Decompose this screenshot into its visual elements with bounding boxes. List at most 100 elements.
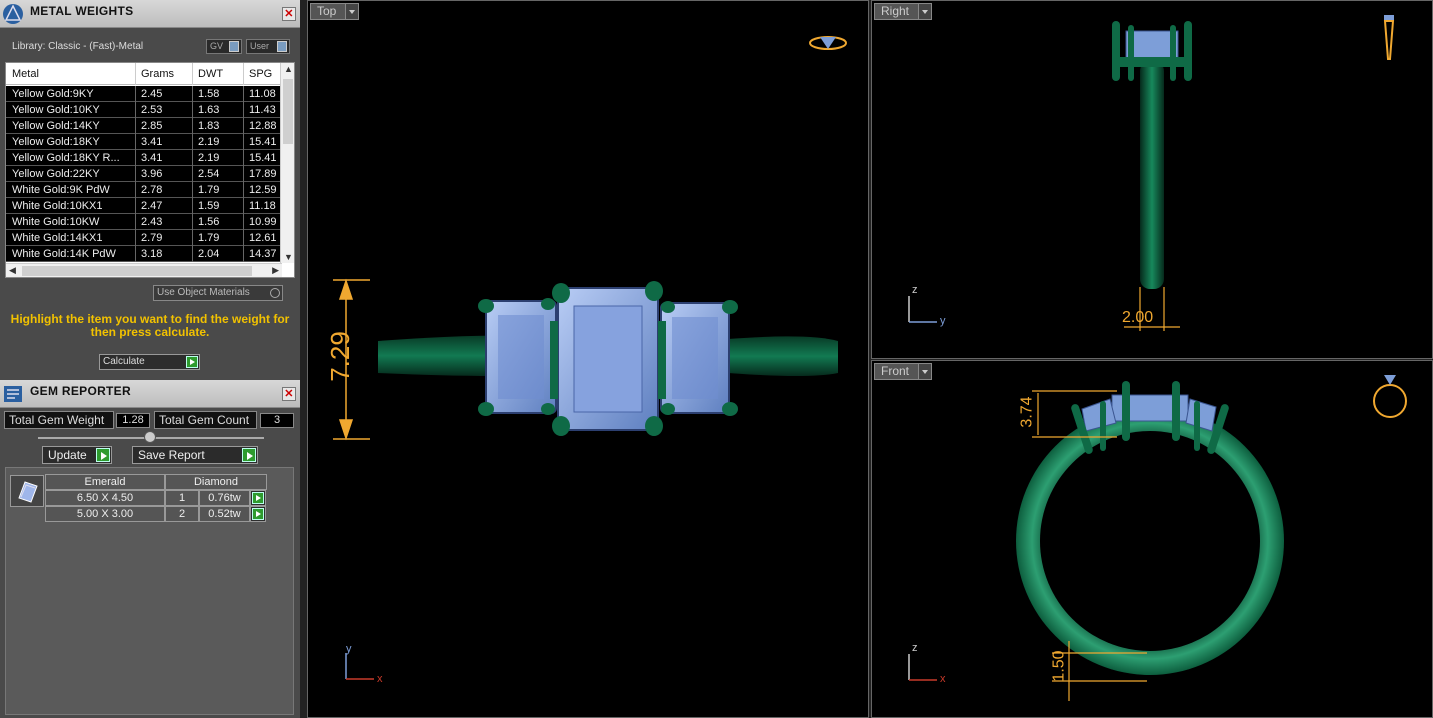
column-header[interactable]: SPG [249,68,272,80]
table-row[interactable]: Yellow Gold:14KY 2.85 1.83 12.88 [6,118,282,134]
table-cell: 15.41 [249,136,277,148]
metal-weights-title: METAL WEIGHTS [30,4,134,18]
radio-icon[interactable] [270,288,280,298]
gem-count: 1 [165,490,199,506]
column-divider [192,214,193,230]
horizontal-scrollbar[interactable]: ◀ ▶ [6,263,282,277]
gem-slider[interactable] [38,431,264,443]
column-divider [135,102,136,118]
column-divider [192,198,193,214]
table-cell: 1.79 [198,232,220,244]
gem-header-emerald: Emerald [45,474,165,490]
dimension-top-width: 7.29 [324,331,355,382]
table-cell: White Gold:10KW [12,216,100,228]
table-cell: 2.19 [198,152,220,164]
column-divider [243,198,244,214]
viewport-right[interactable]: Right 2.00 z y [871,0,1433,359]
play-icon[interactable] [186,356,198,368]
slider-knob[interactable] [144,431,156,443]
table-cell: 1.83 [198,120,220,132]
play-icon[interactable] [242,448,256,462]
table-cell: Yellow Gold:18KY [12,136,100,148]
table-row[interactable]: White Gold:10KX1 2.47 1.59 11.18 [6,198,282,214]
table-row[interactable]: Yellow Gold:9KY 2.45 1.58 11.08 [6,86,282,102]
scroll-thumb[interactable] [22,266,252,276]
vertical-scrollbar[interactable]: ▲ ▼ [280,63,294,263]
column-divider [135,182,136,198]
column-divider [243,150,244,166]
table-cell: White Gold:14KX1 [12,232,103,244]
gem-select-button[interactable] [250,506,266,522]
table-row[interactable]: Yellow Gold:10KY 2.53 1.63 11.43 [6,102,282,118]
table-cell: 2.19 [198,136,220,148]
table-cell: 1.58 [198,88,220,100]
table-row[interactable]: White Gold:9K PdW 2.78 1.79 12.59 [6,182,282,198]
gv-checkbox[interactable] [229,41,239,52]
column-divider [243,246,244,262]
play-icon[interactable] [252,492,264,504]
gem-count: 2 [165,506,199,522]
total-gem-count-value: 3 [260,413,294,428]
table-cell: 2.85 [141,120,163,132]
gv-toggle-label: GV [210,41,224,51]
table-cell: 17.89 [249,168,277,180]
gv-toggle[interactable]: GV [206,39,242,54]
column-header[interactable]: DWT [198,68,223,80]
column-divider [243,86,244,102]
use-object-materials-option[interactable]: Use Object Materials [153,285,283,301]
column-divider [192,182,193,198]
viewport-top[interactable]: Top 7.29 y x [307,0,869,718]
column-divider [192,150,193,166]
scroll-left-icon[interactable]: ◀ [9,265,16,276]
total-gem-weight-label: Total Gem Weight [4,411,114,429]
table-cell: 2.45 [141,88,163,100]
scroll-thumb[interactable] [283,79,293,144]
gem-reporter-title: GEM REPORTER [30,384,131,398]
update-button[interactable]: Update [42,446,112,464]
scroll-right-icon[interactable]: ▶ [272,265,279,276]
gem-select-button[interactable] [250,490,266,506]
close-icon[interactable]: ✕ [282,7,296,21]
play-icon[interactable] [96,448,110,462]
table-cell: Yellow Gold:14KY [12,120,100,132]
user-toggle-label: User [250,41,270,51]
column-divider [135,214,136,230]
table-row[interactable]: White Gold:14K PdW 3.18 2.04 14.37 [6,246,282,262]
table-cell: 11.08 [249,88,276,100]
column-divider [192,63,193,85]
table-row[interactable]: Yellow Gold:22KY 3.96 2.54 17.89 [6,166,282,182]
table-cell: 3.41 [141,152,163,164]
table-cell: 10.99 [249,216,277,228]
scroll-down-icon[interactable]: ▼ [284,252,293,262]
table-cell: 2.79 [141,232,163,244]
column-header[interactable]: Grams [141,68,174,80]
dimension-front-height: 3.74 [1018,396,1036,428]
viewport-front[interactable]: Front 3.74 1.50 z x [871,360,1433,718]
table-cell: 1.59 [198,200,220,212]
gem-size: 6.50 X 4.50 [45,490,165,506]
app-window: METAL WEIGHTS ✕ Library: Classic - (Fast… [0,0,1433,718]
gem-icon[interactable] [10,475,44,507]
column-divider [243,166,244,182]
play-icon[interactable] [252,508,264,520]
table-row[interactable]: White Gold:14KX1 2.79 1.79 12.61 [6,230,282,246]
column-divider [243,63,244,85]
table-row[interactable]: White Gold:10KW 2.43 1.56 10.99 [6,214,282,230]
user-toggle[interactable]: User [246,39,290,54]
column-divider [135,118,136,134]
table-cell: 2.53 [141,104,163,116]
calculate-button[interactable]: Calculate [99,354,200,370]
column-header[interactable]: Metal [12,68,39,80]
table-cell: 15.41 [249,152,277,164]
table-row[interactable]: Yellow Gold:18KY R... 3.41 2.19 15.41 [6,150,282,166]
column-divider [192,230,193,246]
table-row[interactable]: Yellow Gold:18KY 3.41 2.19 15.41 [6,134,282,150]
table-cell: 11.18 [249,200,276,212]
user-checkbox[interactable] [277,41,287,52]
table-cell: 2.43 [141,216,163,228]
gem-weight: 0.52tw [199,506,250,522]
table-cell: Yellow Gold:9KY [12,88,94,100]
close-icon[interactable]: ✕ [282,387,296,401]
scroll-up-icon[interactable]: ▲ [284,64,293,74]
save-report-button[interactable]: Save Report [132,446,258,464]
